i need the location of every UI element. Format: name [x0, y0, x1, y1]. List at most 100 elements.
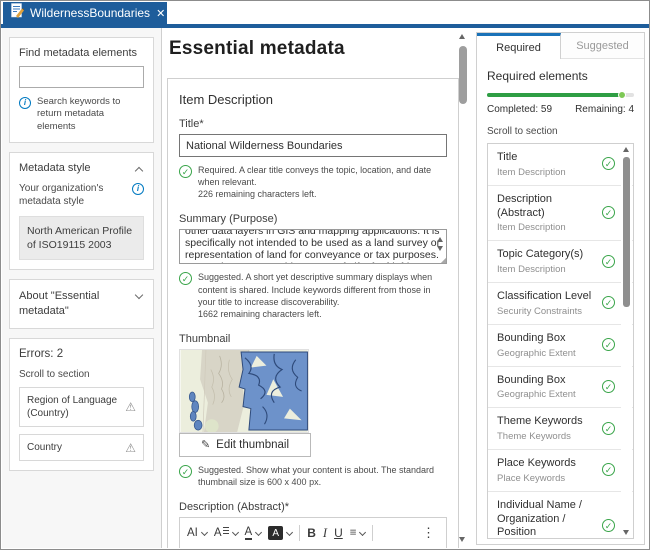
- search-input[interactable]: [20, 67, 143, 87]
- main-scrollbar[interactable]: [457, 32, 469, 544]
- check-circle-icon: ✓: [602, 380, 615, 393]
- scrollbar-up-icon[interactable]: [459, 34, 465, 39]
- scrollbar-up-icon[interactable]: [623, 147, 629, 152]
- metadata-editor-window: WildernessBoundaries ✕ Find metadata ele…: [0, 0, 650, 550]
- summary-remaining: 1662 remaining characters left.: [198, 309, 322, 319]
- page-title: Essential metadata: [169, 38, 345, 60]
- section-subtitle: Place Keywords: [497, 473, 593, 484]
- more-options-icon[interactable]: ⋮: [418, 525, 439, 541]
- check-circle-icon: ✓: [602, 296, 615, 309]
- scrollbar-thumb[interactable]: [459, 46, 467, 104]
- bold-button[interactable]: B: [307, 526, 316, 540]
- error-item[interactable]: Country ⚠: [19, 434, 144, 461]
- search-box: [19, 66, 144, 88]
- section-list-scrollbar[interactable]: [621, 145, 632, 537]
- align-icon: ≡: [350, 527, 357, 539]
- section-title: Classification Level: [497, 290, 593, 304]
- title-hint: Required. A clear title conveys the topi…: [198, 165, 431, 187]
- section-title: Title: [497, 151, 593, 165]
- scroll-to-section-label: Scroll to section: [487, 126, 634, 137]
- error-item-label: Region of Language (Country): [27, 394, 121, 420]
- check-circle-icon: ✓: [179, 272, 192, 285]
- highlight-color-button[interactable]: A: [268, 526, 292, 540]
- find-elements-label: Find metadata elements: [19, 47, 144, 59]
- section-item[interactable]: Bounding Box Geographic Extent ✓: [488, 325, 633, 367]
- find-elements-card: Find metadata elements i Search keywords…: [9, 37, 154, 143]
- highlight-icon: A: [268, 526, 283, 540]
- edit-thumbnail-label: Edit thumbnail: [216, 439, 289, 451]
- section-subtitle: Theme Keywords: [497, 431, 593, 442]
- remaining-count: Remaining: 4: [575, 104, 634, 115]
- section-item[interactable]: Bounding Box Geographic Extent ✓: [488, 367, 633, 409]
- section-item[interactable]: Classification Level Security Constraint…: [488, 283, 633, 325]
- title-remaining: 226 remaining characters left.: [198, 189, 317, 199]
- summary-textarea[interactable]: other data layers in GIS and mapping app…: [179, 229, 447, 264]
- underline-button[interactable]: U: [334, 526, 343, 540]
- summary-field-label: Summary (Purpose): [179, 213, 447, 225]
- scroll-down-icon[interactable]: [437, 246, 443, 251]
- section-item[interactable]: Theme Keywords Theme Keywords ✓: [488, 408, 633, 450]
- section-item[interactable]: Topic Category(s) Item Description ✓: [488, 241, 633, 283]
- check-circle-icon: ✓: [602, 422, 615, 435]
- section-title: Topic Category(s): [497, 248, 593, 262]
- scrollbar-down-icon[interactable]: [623, 530, 629, 535]
- about-card: About "Essential metadata": [9, 279, 154, 329]
- check-circle-icon: ✓: [602, 206, 615, 219]
- errors-title: Errors: 2: [19, 348, 144, 360]
- metadata-style-description: Your organization's metadata style: [19, 182, 128, 208]
- required-elements-panel: Required Suggested Required elements Com…: [476, 32, 645, 545]
- section-title: Item Description: [179, 92, 447, 107]
- metadata-document-icon: [11, 3, 24, 23]
- tab-title: WildernessBoundaries: [30, 6, 150, 20]
- align-button[interactable]: ≡: [350, 527, 366, 539]
- tab-suggested[interactable]: Suggested: [561, 33, 644, 59]
- section-item[interactable]: Description (Abstract) Item Description …: [488, 186, 633, 242]
- font-size-icon: A: [214, 527, 222, 539]
- title-input[interactable]: [179, 134, 447, 157]
- section-subtitle: Security Constraints: [497, 306, 593, 317]
- progress-bar: [487, 93, 634, 97]
- font-family-button[interactable]: AI: [187, 527, 207, 539]
- resize-grip-icon[interactable]: ◢: [440, 256, 446, 264]
- metadata-style-card: Metadata style Your organization's metad…: [9, 152, 154, 270]
- item-description-form: Item Description Title* ✓ Required. A cl…: [167, 78, 459, 548]
- rich-text-editor: AI A A A B I U ≡: [179, 517, 447, 548]
- chevron-down-icon[interactable]: [135, 291, 143, 299]
- progress-knob: [618, 91, 626, 99]
- check-circle-icon: ✓: [602, 255, 615, 268]
- section-title: Individual Name / Organization / Positio…: [497, 499, 593, 539]
- toolbar-separator: [372, 525, 373, 541]
- check-circle-icon: ✓: [602, 463, 615, 476]
- scroll-up-icon[interactable]: [437, 237, 443, 242]
- required-elements-header: Required elements: [487, 69, 634, 83]
- error-item[interactable]: Region of Language (Country) ⚠: [19, 387, 144, 427]
- about-title: About "Essential metadata": [19, 289, 127, 319]
- section-item[interactable]: Title Item Description ✓: [488, 144, 633, 186]
- document-tab[interactable]: WildernessBoundaries ✕: [3, 2, 167, 24]
- main-content: Essential metadata Item Description Titl…: [163, 28, 475, 548]
- section-title: Description (Abstract): [497, 193, 593, 221]
- completed-count: Completed: 59: [487, 104, 552, 115]
- errors-card: Errors: 2 Scroll to section Region of La…: [9, 338, 154, 471]
- sidebar: Find metadata elements i Search keywords…: [2, 28, 162, 548]
- thumbnail-hint: Suggested. Show what your content is abo…: [198, 464, 447, 488]
- section-item[interactable]: Individual Name / Organization / Positio…: [488, 492, 633, 539]
- section-item[interactable]: Place Keywords Place Keywords ✓: [488, 450, 633, 492]
- section-subtitle: Item Description: [497, 222, 593, 233]
- tab-required[interactable]: Required: [477, 33, 561, 59]
- section-title: Place Keywords: [497, 457, 593, 471]
- thumbnail-map-image: [179, 349, 309, 433]
- italic-button[interactable]: I: [323, 526, 327, 541]
- scrollbar-thumb[interactable]: [623, 157, 630, 307]
- edit-thumbnail-button[interactable]: ✎ Edit thumbnail: [179, 433, 311, 457]
- thumbnail-label: Thumbnail: [179, 333, 447, 345]
- metadata-style-value: North American Profile of ISO19115 2003: [19, 216, 144, 260]
- scrollbar-down-icon[interactable]: [459, 537, 465, 542]
- errors-scroll-label: Scroll to section: [19, 369, 144, 380]
- font-size-button[interactable]: A: [214, 527, 238, 539]
- chevron-up-icon[interactable]: [135, 167, 143, 175]
- text-color-button[interactable]: A: [245, 526, 262, 540]
- section-subtitle: Item Description: [497, 264, 593, 275]
- info-icon: i: [132, 183, 144, 195]
- close-tab-icon[interactable]: ✕: [156, 7, 165, 20]
